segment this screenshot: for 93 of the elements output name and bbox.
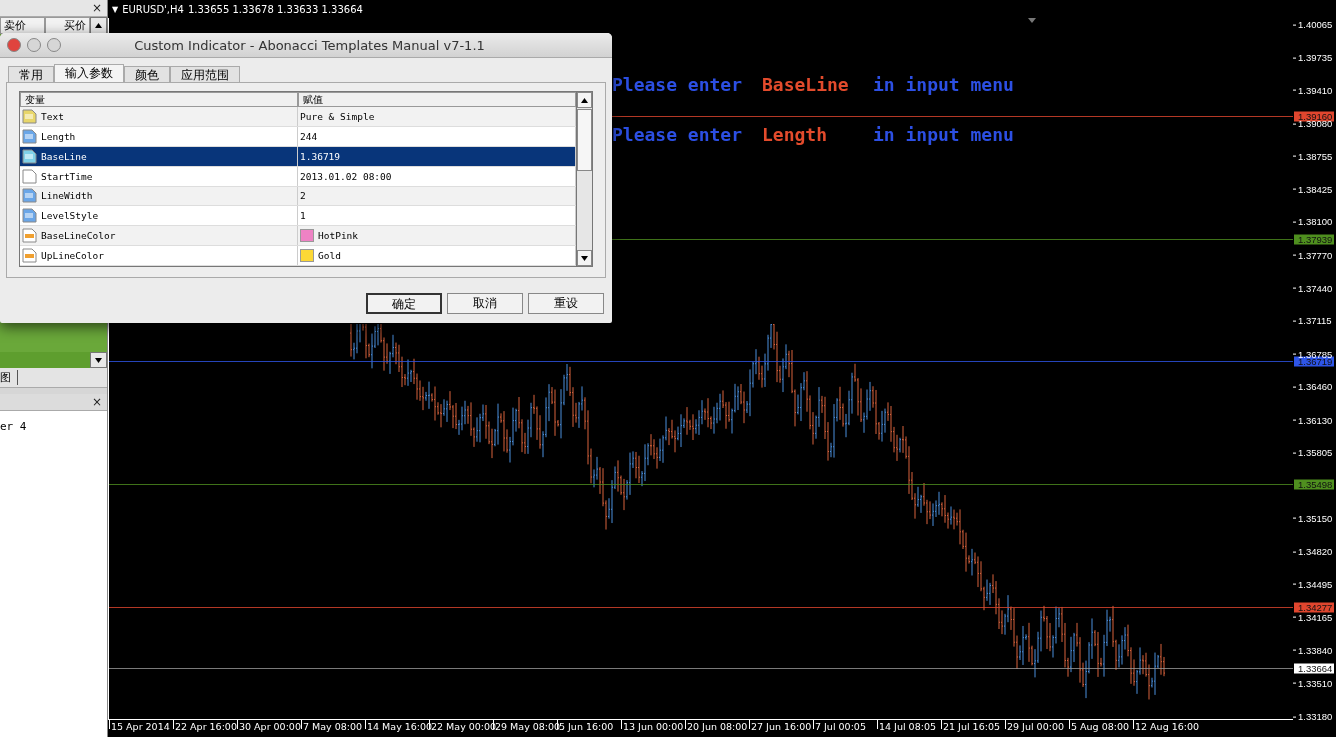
chart-message: Please enter (612, 124, 744, 145)
scrollbar[interactable] (577, 91, 593, 267)
parameter-value[interactable]: 1.36719 (298, 146, 576, 166)
parameter-name: BaseLineColor (20, 226, 298, 246)
tab[interactable]: 颜色 (124, 66, 170, 82)
ohlc-values: 1.33655 1.33678 1.33633 1.33664 (187, 3, 363, 15)
price-level-label: 1.37939 (1294, 234, 1335, 245)
parameter-row[interactable]: StartTime 2013.01.02 08:00 (20, 166, 576, 187)
dialog-button[interactable]: 重设 (528, 293, 604, 314)
price-level-label: 1.36719 (1294, 356, 1335, 367)
color-variable-icon (22, 228, 37, 244)
price-level-label: 1.34277 (1294, 602, 1335, 613)
parameter-name: Length (20, 126, 298, 146)
price-tick-label: 1.39735 (1293, 52, 1333, 62)
variable-icon (22, 148, 37, 164)
list-item[interactable]: er 4 (0, 420, 27, 433)
price-level-label: 1.35498 (1294, 479, 1335, 490)
parameter-name: Text (20, 107, 298, 126)
parameter-value[interactable]: 2013.01.02 08:00 (298, 166, 576, 186)
tab[interactable]: 常用 (8, 66, 54, 82)
dialog-button[interactable]: 取消 (447, 293, 523, 314)
price-tick-label: 1.35805 (1293, 447, 1333, 457)
chart-message: in input menu (873, 124, 1014, 145)
parameter-value[interactable]: 244 (298, 126, 576, 146)
color-variable-icon (22, 248, 37, 264)
price-tick-label: 1.33180 (1293, 711, 1333, 721)
parameter-value[interactable]: 2 (298, 186, 576, 206)
parameter-row[interactable]: LineWidth 2 (20, 186, 576, 207)
price-tick-label: 1.37115 (1293, 316, 1332, 326)
triangle-down-icon (581, 255, 588, 261)
column-header[interactable]: 卖价 (0, 17, 45, 34)
price-tick-label: 1.33840 (1293, 645, 1333, 655)
zoom-button[interactable] (47, 38, 61, 52)
parameter-value[interactable]: HotPink (298, 226, 576, 246)
chart-symbol: EURUSD',H4 (122, 3, 184, 15)
price-tick-label: 1.38755 (1293, 151, 1333, 161)
parameter-row[interactable]: Length 244 (20, 126, 576, 147)
parameter-row[interactable]: BaseLineColor HotPink (20, 226, 576, 247)
variable-icon (22, 128, 37, 144)
parameter-row[interactable]: BaseLine 1.36719 (20, 146, 576, 167)
price-tick-label: 1.38100 (1293, 217, 1333, 227)
close-button[interactable] (7, 38, 21, 52)
scroll-down-button[interactable] (577, 250, 592, 266)
price-tick-label: 1.36460 (1293, 381, 1333, 391)
price-tick-label: 1.34495 (1293, 579, 1333, 589)
panel-tab[interactable]: 图 (0, 370, 18, 385)
price-tick-label: 1.37770 (1293, 250, 1333, 260)
variable-icon (22, 108, 37, 124)
chart-message: Length (762, 124, 829, 145)
chart-message: Please enter (612, 74, 744, 95)
close-button[interactable]: × (86, 1, 107, 15)
parameter-value[interactable]: 1 (298, 206, 576, 226)
chart-message: in input menu (873, 74, 1014, 95)
tab[interactable]: 输入参数 (54, 64, 124, 82)
price-tick-label: 1.33510 (1293, 678, 1333, 688)
variable-icon (22, 168, 37, 184)
price-tick-label: 1.40065 (1293, 19, 1333, 29)
price-tick-label: 1.35150 (1293, 513, 1333, 523)
price-tick-label: 1.36785 (1293, 349, 1333, 359)
parameter-value[interactable]: Pure & Simple (298, 107, 576, 126)
parameter-name: StartTime (20, 166, 298, 186)
chart-message: BaseLine (762, 74, 850, 95)
parameter-row[interactable]: Text Pure & Simple (20, 107, 576, 127)
dialog-button[interactable]: 确定 (366, 293, 442, 314)
price-tick-label: 1.34820 (1293, 546, 1333, 556)
scroll-up-button[interactable] (577, 92, 592, 108)
tab[interactable]: 应用范围 (170, 66, 240, 82)
column-header: 变量 (20, 92, 298, 107)
triangle-up-icon (581, 97, 588, 103)
scroll-down-button[interactable] (90, 352, 107, 368)
price-tick-label: 1.34165 (1293, 612, 1333, 622)
parameter-name: UpLineColor (20, 246, 298, 265)
minimize-button[interactable] (27, 38, 41, 52)
parameter-name: LineWidth (20, 186, 298, 206)
close-button[interactable]: × (86, 395, 107, 409)
parameter-name: LevelStyle (20, 206, 298, 226)
parameter-value[interactable]: Gold (298, 246, 576, 265)
triangle-down-icon (95, 357, 102, 363)
variable-icon (22, 188, 37, 204)
price-level-label: 1.39160 (1294, 111, 1335, 122)
variable-icon (22, 208, 37, 224)
parameter-name: BaseLine (20, 146, 298, 166)
shift-marker-icon[interactable] (1028, 18, 1036, 23)
price-tick-label: 1.36130 (1293, 415, 1333, 425)
price-tick-label: 1.38425 (1293, 184, 1333, 194)
column-header: 赋值 (298, 92, 576, 107)
triangle-up-icon (95, 23, 102, 28)
price-level-label: 1.33664 (1294, 663, 1335, 674)
price-tick-label: 1.37440 (1293, 283, 1333, 293)
dropdown-arrow[interactable]: ▼ (112, 4, 119, 14)
parameter-row[interactable]: UpLineColor Gold (20, 246, 576, 266)
window-title: Custom Indicator - Abonacci Templates Manual v7-1.1 (133, 37, 486, 53)
price-tick-label: 1.39410 (1293, 85, 1333, 95)
